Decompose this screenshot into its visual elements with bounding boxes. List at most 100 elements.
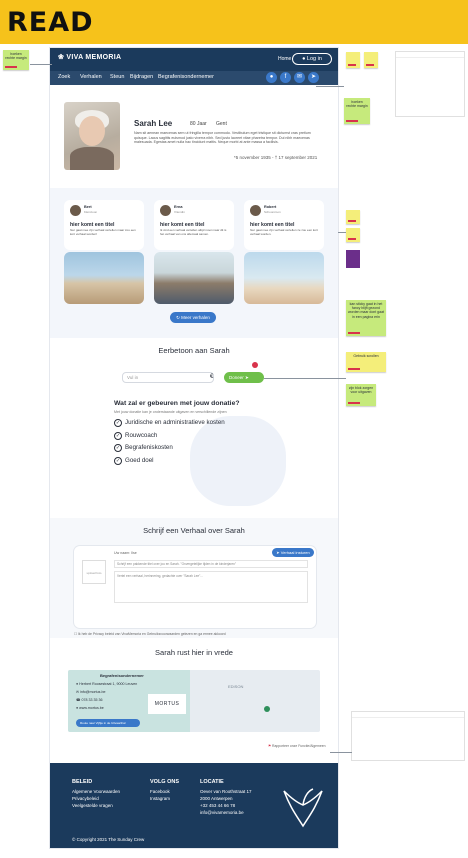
sticky-note-stories: kan sticky gaat in het fancy blijft gezo… <box>346 300 386 336</box>
list-item: ✓ Begrafeniskosten <box>114 443 225 456</box>
sticky-note <box>364 52 378 68</box>
footer-link[interactable]: Algemene Voorwaarden <box>72 788 120 795</box>
read-banner: READ <box>0 0 468 44</box>
footer-link[interactable]: Facebook <box>150 788 179 795</box>
euro-sign: € <box>210 374 214 380</box>
connector-line <box>338 232 346 233</box>
story-relation: Kleinzoon <box>84 210 98 214</box>
submit-story-button[interactable]: ➤ Verhaal insturen <box>272 548 314 557</box>
flag-icon: ⚑ <box>268 744 272 748</box>
note-text: kan sticky gaat in het fancy blijft gezo… <box>348 302 384 319</box>
list-item-label: Begrafeniskosten <box>125 444 173 451</box>
phone-text: 078 33 35 36 <box>81 698 103 702</box>
memorial-page: ❀ VIVA MEMORIA Home ● Log in Zoek Verhal… <box>50 48 338 848</box>
story-text: hier gaat mee zijn verhaal vertellen ze … <box>250 228 318 236</box>
nav-search[interactable]: Zoek <box>58 74 70 80</box>
nav-contribute[interactable]: Bijdragen <box>130 74 153 80</box>
share-icon[interactable]: ➤ <box>308 72 319 83</box>
login-button[interactable]: ● Log in <box>292 53 332 65</box>
report-link[interactable]: ⚑ Rapporteer onze Functie/Algemeen <box>268 744 326 748</box>
footer-link[interactable]: Veelgestelde vragen <box>72 802 120 809</box>
footer-link[interactable]: Instagram <box>150 795 179 802</box>
arrow-icon: ➤ <box>245 375 249 380</box>
list-item: ✓ Juridische en administratieve kosten <box>114 418 225 431</box>
undertaker-card: Begrafenisondernemer ● Herbert Roosestra… <box>68 670 190 732</box>
nav-stories[interactable]: Verhalen <box>80 74 102 80</box>
facebook-icon[interactable]: f <box>280 72 291 83</box>
purple-thumbnail <box>346 250 360 268</box>
phoenix-logo-icon <box>283 788 323 828</box>
story-card[interactable]: Bert Kleinzoon hier komt een titel hier … <box>64 200 144 250</box>
profile-dates: *5 november 1935 - † 17 september 2021 <box>234 155 318 160</box>
website-text: www.mortus.be <box>79 706 104 710</box>
comment-document <box>352 712 464 760</box>
undertaker-title: Begrafenisondernemer <box>100 673 144 678</box>
write-story-section: Schrijf een Verhaal over Sarah upload fo… <box>50 518 338 638</box>
donate-button[interactable]: Doneer ➤ <box>224 372 264 383</box>
nav-undertaker[interactable]: Begrafenisondernemer <box>158 74 214 80</box>
donation-list: ✓ Juridische en administratieve kosten ✓ R… <box>114 418 225 468</box>
list-item: ✓ Goed doel <box>114 456 225 469</box>
footer-text: info@vivamemoria.be <box>200 810 244 815</box>
donation-amount-input[interactable]: Vul in <box>122 372 214 383</box>
profile-bio: Nam sit aenean maecenas sem ut fringilla… <box>134 131 311 145</box>
story-card[interactable]: Erna Vriendin hier komt een titel Ik vin… <box>154 200 234 250</box>
map[interactable]: EDISON Begrafenisondernemer ● Herbert Ro… <box>68 670 320 732</box>
footer-heading: VOLG ONS <box>150 779 180 785</box>
address: ● Herbert Roosestraat 1, 9000 Leuven <box>76 682 138 686</box>
avatar <box>160 205 171 216</box>
sticky-note <box>346 52 360 68</box>
copyright: © Copyright 2021 The Sunday Crew <box>72 837 145 842</box>
connector-line <box>316 86 344 87</box>
mortus-logo: MORTUS <box>148 694 186 714</box>
avatar <box>250 205 261 216</box>
story-text: hier gaat mee zijn verhaal vertellen maa… <box>70 228 136 236</box>
sticky-note <box>346 228 360 242</box>
phone: ☎ 078 33 35 36 <box>76 698 103 702</box>
note-text: Gebruik scrollen <box>353 354 379 358</box>
more-stories-button[interactable]: ↻ Meer verhalen <box>170 312 216 323</box>
story-image-beach <box>64 252 144 304</box>
story-title-input[interactable]: Schrijf een pakkende titel over jou en S… <box>114 560 308 568</box>
footer-heading: BELEID <box>72 779 93 785</box>
logo-text: VIVA MEMORIA <box>66 54 122 61</box>
footer-beleid: BELEID Algemene Voorwaarden Privacybelei… <box>72 779 120 809</box>
story-text-input[interactable]: Vertel een verhaal, herinnering, gedacht… <box>114 571 308 603</box>
resting-place-section: Sarah rust hier in vrede EDISON Begrafen… <box>50 638 338 763</box>
address-text: Herbert Roosestraat 1, 9000 Leuven <box>79 682 138 686</box>
sticky-note <box>346 210 360 224</box>
website[interactable]: ● www.mortus.be <box>76 706 104 710</box>
upload-photo[interactable]: upload foto <box>82 560 106 584</box>
sticky-note-donate: Gebruik scrollen <box>346 352 386 372</box>
report-link-label: Rapporteer onze Functie/Algemeen <box>272 744 326 748</box>
route-button[interactable]: Route naar Vijftje in de Uitvaarthal <box>76 719 140 727</box>
connector-line <box>330 752 352 753</box>
footer-text: 2000 Antwerpen <box>200 796 233 801</box>
footer-link[interactable]: Privacybeleid <box>72 795 120 802</box>
list-item-label: Rouwcoach <box>125 431 158 439</box>
submit-story-label: Verhaal insturen <box>280 550 310 555</box>
email: ✉ info@mortus.be <box>76 690 106 694</box>
story-author: Erna <box>174 205 183 209</box>
donation-section: Eerbetoon aan Sarah Vul in € Doneer ➤ Wa… <box>50 338 338 518</box>
story-form: upload foto Uw naam: Ilse ➤ Verhaal inst… <box>74 546 316 628</box>
write-heading: Schrijf een Verhaal over Sarah <box>143 526 245 535</box>
footer-text: Oever van Roothstraat 17 <box>200 789 252 794</box>
list-item-label: Juridische en administratieve kosten <box>125 419 225 426</box>
nav-support[interactable]: Steun <box>110 74 124 80</box>
consent-checkbox[interactable]: ☐ Ik heb de Privacy beleid van VivaMemor… <box>74 632 226 636</box>
user-icon[interactable]: ● <box>266 72 277 83</box>
email-text: info@mortus.be <box>80 690 106 694</box>
map-pin-icon[interactable] <box>264 706 270 712</box>
banner-title: READ <box>7 7 94 38</box>
site-logo[interactable]: ❀ VIVA MEMORIA <box>58 53 121 61</box>
site-header: ❀ VIVA MEMORIA Home ● Log in <box>50 48 338 71</box>
home-link[interactable]: Home <box>278 56 291 62</box>
check-icon: ✓ <box>114 444 122 452</box>
donation-question: Wat zal er gebeuren met jouw donatie? <box>114 400 240 407</box>
check-icon: ✓ <box>114 419 122 427</box>
mail-icon[interactable]: ✉ <box>294 72 305 83</box>
story-relation: Schoonzoon <box>264 210 281 214</box>
story-card[interactable]: Robert Schoonzoon hier komt een titel hi… <box>244 200 324 250</box>
note-text: hoeken rechte margin <box>5 52 27 61</box>
